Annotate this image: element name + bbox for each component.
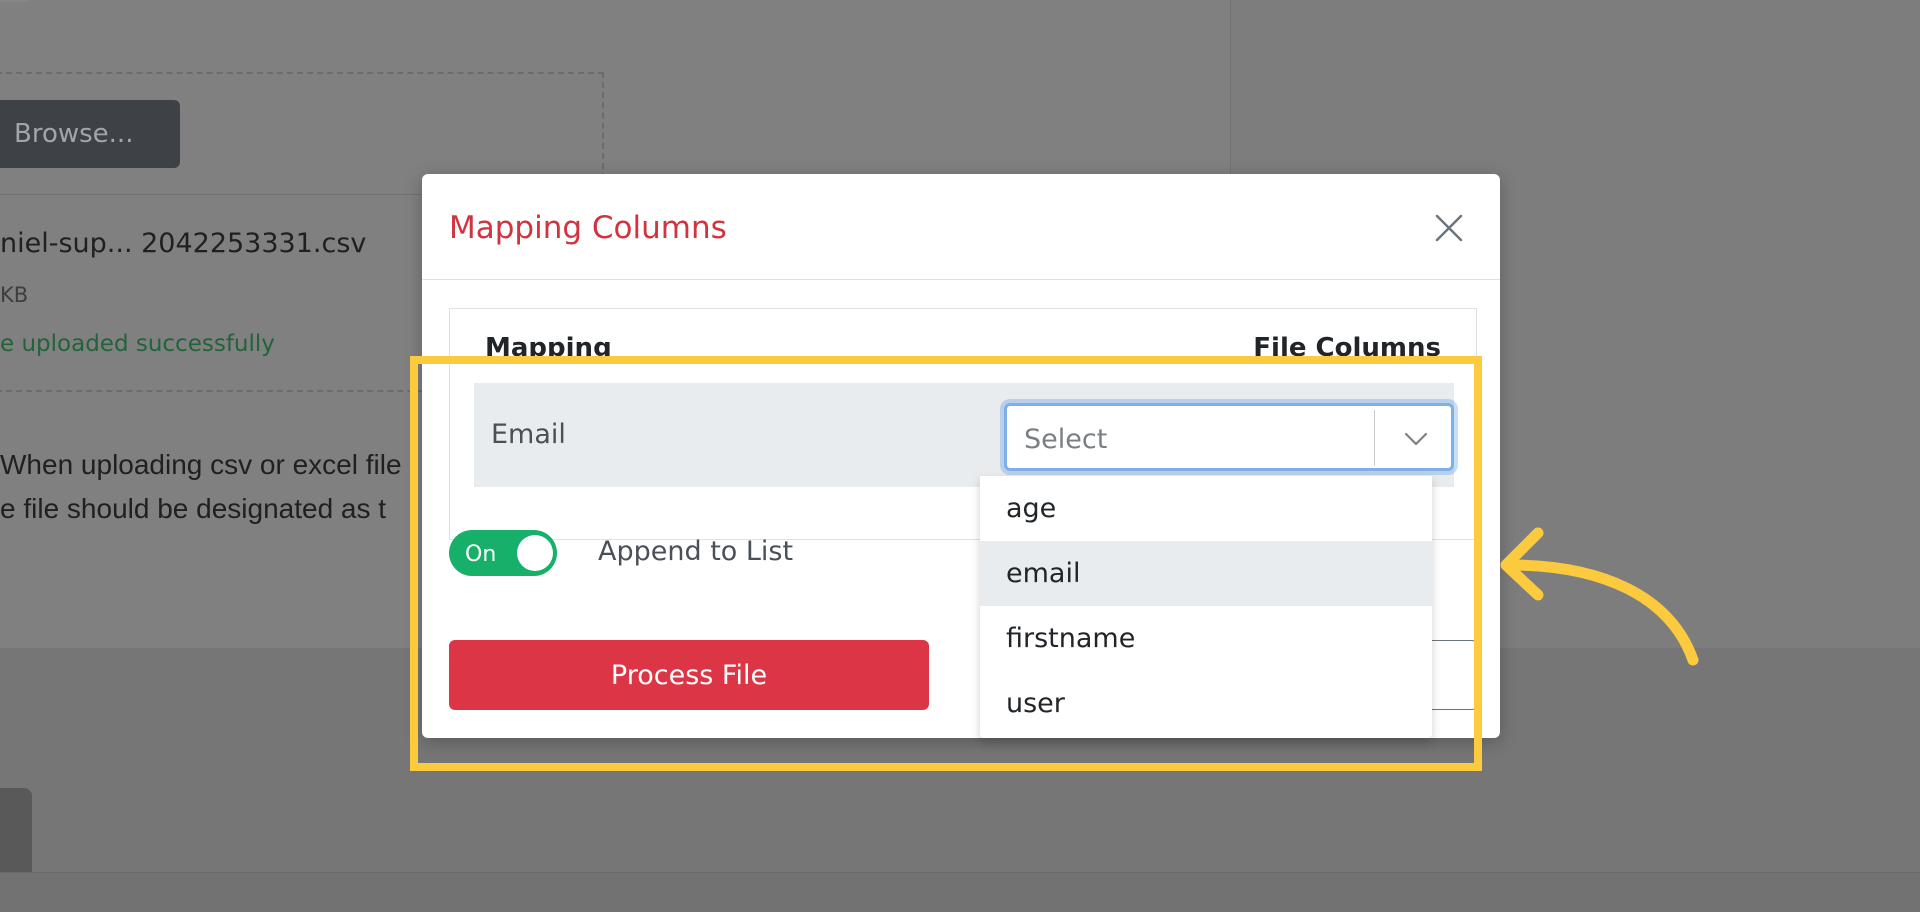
dropdown-option[interactable]: email bbox=[980, 541, 1432, 606]
uploaded-file-name: niel-sup... 2042253331.csv bbox=[0, 228, 367, 259]
close-icon bbox=[1435, 214, 1463, 242]
mapping-field-label: Email bbox=[491, 419, 566, 450]
column-header-file-columns: File Columns bbox=[1253, 333, 1441, 363]
browse-button[interactable]: Browse... bbox=[0, 100, 180, 168]
close-button[interactable] bbox=[1431, 210, 1467, 246]
select-separator bbox=[1374, 410, 1375, 466]
background-side-button bbox=[0, 788, 32, 872]
upload-status-text: e uploaded successfully bbox=[0, 331, 275, 357]
table-row: Email Select bbox=[474, 383, 1454, 487]
toggle-knob bbox=[517, 535, 553, 571]
dropdown-option[interactable]: firstname bbox=[980, 606, 1432, 671]
toggle-state-label: On bbox=[465, 542, 497, 567]
background-bottom-bar bbox=[0, 872, 1920, 912]
dropdown-option[interactable]: age bbox=[980, 476, 1432, 541]
append-toggle[interactable]: On bbox=[449, 530, 557, 576]
info-line: e file should be designated as t bbox=[0, 493, 387, 524]
file-column-select[interactable]: Select bbox=[1004, 403, 1454, 471]
info-line: When uploading csv or excel file bbox=[0, 449, 402, 480]
uploaded-file-size: KB bbox=[0, 283, 29, 307]
modal-title: Mapping Columns bbox=[449, 210, 727, 246]
modal-header: Mapping Columns bbox=[422, 174, 1500, 280]
append-to-list-label: Append to List bbox=[598, 536, 794, 567]
select-placeholder: Select bbox=[1024, 424, 1108, 455]
column-header-mapping: Mapping bbox=[485, 333, 612, 363]
background-tab bbox=[0, 0, 32, 2]
process-file-button[interactable]: Process File bbox=[449, 640, 929, 710]
dropdown-option[interactable]: user bbox=[980, 671, 1432, 736]
upload-info-text: When uploading csv or excel file e file … bbox=[0, 443, 402, 531]
chevron-down-icon[interactable] bbox=[1402, 425, 1430, 453]
file-column-dropdown: age email firstname user bbox=[980, 476, 1432, 738]
